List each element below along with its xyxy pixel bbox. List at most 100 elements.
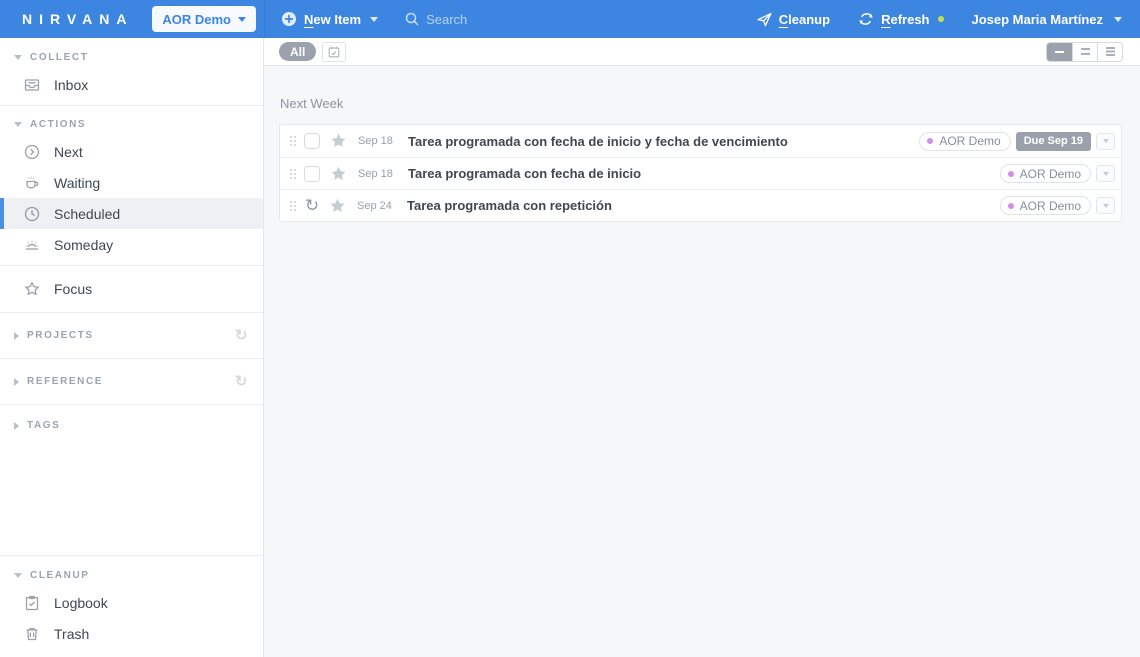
cycle-icon: ↻ bbox=[234, 327, 249, 344]
due-badge: Due Sep 19 bbox=[1015, 131, 1091, 151]
view-toggle-group bbox=[1046, 41, 1123, 62]
sidebar-item-someday[interactable]: Someday bbox=[0, 229, 263, 260]
cleanup-button[interactable]: Cleanup bbox=[756, 11, 830, 27]
section-actions[interactable]: ACTIONS bbox=[0, 111, 263, 136]
someday-icon bbox=[23, 236, 41, 254]
calendar-filter-button[interactable] bbox=[322, 41, 347, 62]
divider bbox=[0, 358, 263, 359]
drag-handle-icon[interactable] bbox=[289, 166, 296, 181]
tag-pill[interactable]: AOR Demo bbox=[919, 131, 1011, 151]
sidebar-item-label: Waiting bbox=[54, 174, 101, 191]
view-extended-button[interactable] bbox=[1097, 42, 1122, 61]
waiting-icon bbox=[23, 174, 41, 192]
chevron-down-icon bbox=[1102, 203, 1109, 208]
task-row[interactable]: ↻ Sep 24 Tarea programada con repetición… bbox=[280, 189, 1121, 221]
triangle-down-icon bbox=[14, 122, 22, 127]
cycle-icon: ↻ bbox=[234, 373, 249, 390]
sidebar-item-next[interactable]: Next bbox=[0, 136, 263, 167]
view-normal-button[interactable] bbox=[1072, 42, 1097, 61]
task-title: Tarea programada con fecha de inicio y f… bbox=[408, 133, 788, 149]
chevron-down-icon bbox=[1102, 139, 1109, 143]
refresh-button[interactable]: Refresh bbox=[858, 11, 930, 27]
group-header: Next Week bbox=[280, 96, 344, 111]
sidebar-section-projects[interactable]: PROJECTS ↻ bbox=[0, 318, 263, 353]
task-menu-button[interactable] bbox=[1096, 132, 1115, 150]
triangle-down-icon bbox=[14, 573, 22, 578]
next-icon bbox=[23, 143, 41, 161]
three-lines-icon bbox=[1105, 47, 1115, 56]
task-row[interactable]: Sep 18 Tarea programada con fecha de ini… bbox=[280, 125, 1121, 157]
view-compact-button[interactable] bbox=[1047, 42, 1072, 61]
scheduled-icon bbox=[23, 205, 41, 223]
star-icon[interactable] bbox=[330, 166, 347, 182]
tag-pill[interactable]: AOR Demo bbox=[999, 196, 1091, 215]
sidebar-item-label: Next bbox=[54, 143, 83, 160]
chevron-down-icon bbox=[370, 16, 379, 22]
divider bbox=[0, 265, 263, 266]
sidebar-cleanup-section: CLEANUP Logbook Trash bbox=[0, 555, 263, 657]
sidebar-item-logbook[interactable]: Logbook bbox=[0, 587, 263, 618]
task-start-date: Sep 24 bbox=[357, 199, 392, 212]
tag-dot-icon bbox=[1007, 202, 1014, 209]
sidebar-section-reference[interactable]: REFERENCE ↻ bbox=[0, 364, 263, 399]
divider bbox=[0, 404, 263, 405]
task-card: Sep 18 Tarea programada con fecha de ini… bbox=[279, 124, 1122, 222]
user-menu[interactable]: Josep Maria Martínez bbox=[971, 11, 1122, 27]
triangle-right-icon bbox=[14, 331, 19, 340]
topbar-right: Cleanup Refresh Josep Maria Martínez bbox=[756, 11, 1122, 27]
triangle-down-icon bbox=[14, 55, 22, 60]
new-item-button[interactable]: New Item bbox=[281, 11, 379, 27]
chevron-down-icon bbox=[1114, 16, 1122, 22]
sidebar-section-tags[interactable]: TAGS bbox=[0, 410, 263, 441]
sidebar-item-waiting[interactable]: Waiting bbox=[0, 167, 263, 198]
tag-pill[interactable]: AOR Demo bbox=[999, 164, 1091, 183]
sidebar-item-label: Focus bbox=[54, 281, 93, 297]
task-title: Tarea programada con fecha de inicio bbox=[408, 166, 642, 181]
sidebar-item-label: Scheduled bbox=[54, 205, 121, 222]
divider bbox=[0, 312, 263, 313]
section-collect[interactable]: COLLECT bbox=[0, 44, 263, 69]
task-start-date: Sep 18 bbox=[358, 167, 393, 180]
calendar-icon bbox=[329, 46, 340, 57]
sidebar: COLLECT Inbox ACTIONS Next Waiting Sched… bbox=[0, 38, 264, 657]
drag-handle-icon[interactable] bbox=[289, 134, 296, 148]
star-icon[interactable] bbox=[329, 198, 346, 214]
sidebar-item-inbox[interactable]: Inbox bbox=[0, 69, 263, 100]
sidebar-item-label: Inbox bbox=[54, 76, 89, 93]
repeat-icon: ↻ bbox=[304, 195, 320, 215]
divider bbox=[0, 105, 263, 106]
search-input[interactable] bbox=[426, 11, 647, 27]
two-lines-icon bbox=[1080, 48, 1090, 55]
section-cleanup[interactable]: CLEANUP bbox=[0, 562, 263, 587]
task-row[interactable]: Sep 18 Tarea programada con fecha de ini… bbox=[280, 157, 1121, 189]
task-menu-button[interactable] bbox=[1096, 197, 1115, 214]
star-icon[interactable] bbox=[330, 133, 347, 149]
user-name: Josep Maria Martínez bbox=[971, 11, 1104, 27]
triangle-right-icon bbox=[14, 421, 19, 430]
search-icon bbox=[405, 12, 419, 26]
search-area bbox=[404, 11, 756, 27]
refresh-icon bbox=[859, 13, 873, 25]
filter-all-button[interactable]: All bbox=[279, 42, 317, 61]
task-start-date: Sep 18 bbox=[358, 135, 393, 147]
sidebar-item-label: Trash bbox=[54, 625, 90, 642]
topbar-main: New Item Cleanup bbox=[264, 0, 1140, 38]
tag-dot-icon bbox=[1007, 170, 1014, 177]
task-checkbox[interactable] bbox=[304, 133, 320, 149]
sidebar-item-scheduled[interactable]: Scheduled bbox=[0, 198, 263, 229]
drag-handle-icon[interactable] bbox=[289, 198, 296, 213]
sidebar-item-trash[interactable]: Trash bbox=[0, 618, 263, 649]
logbook-icon bbox=[23, 594, 41, 612]
sync-status-dot bbox=[937, 16, 944, 22]
sidebar-item-focus[interactable]: Focus bbox=[0, 271, 263, 307]
workspace-selector[interactable]: AOR Demo bbox=[152, 6, 256, 32]
send-icon bbox=[757, 12, 772, 27]
app-logo: NIRVANA bbox=[22, 11, 134, 27]
plus-circle-icon bbox=[282, 12, 296, 26]
task-menu-button[interactable] bbox=[1096, 165, 1115, 182]
task-checkbox[interactable] bbox=[304, 165, 320, 182]
chevron-down-icon bbox=[1102, 171, 1109, 176]
task-title: Tarea programada con repetición bbox=[407, 198, 612, 213]
tag-dot-icon bbox=[927, 138, 934, 144]
